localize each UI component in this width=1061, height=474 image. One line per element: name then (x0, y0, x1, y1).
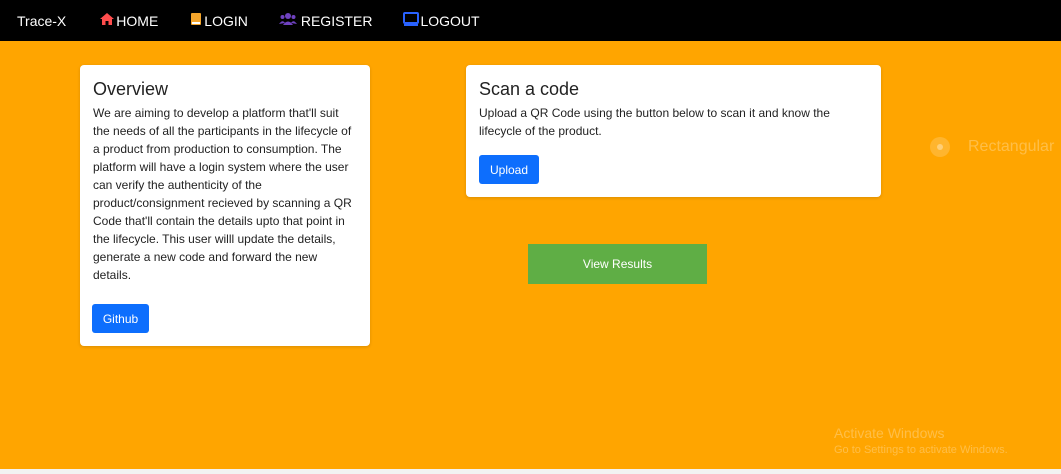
overview-card: Overview We are aiming to develop a plat… (80, 65, 370, 346)
bottom-strip (0, 469, 1061, 474)
nav-register-label: REGISTER (300, 12, 373, 29)
nav-logout[interactable]: LOGOUT (403, 12, 480, 29)
view-results-button[interactable]: View Results (528, 244, 707, 284)
record-icon (930, 137, 950, 157)
nav-logout-label: LOGOUT (420, 12, 480, 29)
rectangular-label: Rectangular (968, 138, 1055, 155)
book-icon (189, 12, 203, 29)
nav-home-label: HOME (116, 12, 159, 29)
nav-login[interactable]: LOGIN (189, 12, 248, 29)
scan-title: Scan a code (479, 79, 580, 99)
users-icon (278, 12, 297, 29)
scan-card: Scan a code Upload a QR Code using the b… (466, 65, 881, 197)
nav-register[interactable]: REGISTER (278, 12, 373, 29)
overview-title: Overview (93, 79, 169, 99)
top-navbar: Trace-X HOME LOGIN REGISTER LOGOUT (0, 0, 1061, 41)
nav-home[interactable]: HOME (99, 12, 158, 29)
rectangular-snip-overlay[interactable]: Rectangular (930, 133, 1061, 161)
brand-logo[interactable]: Trace-X (17, 13, 66, 29)
scan-text: Upload a QR Code using the button below … (479, 106, 830, 138)
activate-windows-title: Activate Windows (834, 425, 945, 441)
overview-text: We are aiming to develop a platform that… (93, 106, 352, 282)
home-icon (99, 12, 115, 29)
activate-windows-subtitle: Go to Settings to activate Windows. (834, 444, 1008, 456)
upload-button[interactable]: Upload (479, 155, 539, 184)
github-button[interactable]: Github (92, 304, 149, 333)
nav-login-label: LOGIN (204, 12, 248, 29)
monitor-icon (403, 12, 420, 29)
